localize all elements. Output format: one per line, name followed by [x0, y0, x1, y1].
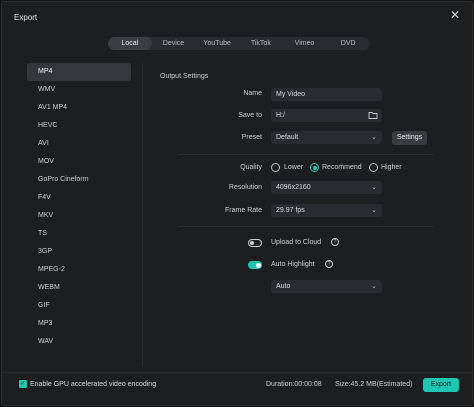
- highlight-mode-value: Auto: [276, 283, 291, 290]
- chevron-down-icon: ⌄: [371, 283, 377, 290]
- upload-cloud-label: Upload to Cloud: [271, 239, 322, 246]
- tab-device[interactable]: Device: [152, 37, 196, 50]
- tab-dvd[interactable]: DVD: [326, 37, 370, 50]
- format-item-ts[interactable]: TS: [27, 225, 131, 243]
- tab-local[interactable]: Local: [108, 37, 152, 50]
- format-item-wmv[interactable]: WMV: [27, 81, 131, 99]
- footer: [2, 372, 472, 405]
- output-settings-title: Output Settings: [160, 73, 209, 80]
- format-item-mp4[interactable]: MP4: [27, 63, 131, 81]
- help-icon[interactable]: ?: [331, 238, 339, 246]
- auto-highlight-label: Auto Highlight: [271, 261, 315, 268]
- gpu-label: Enable GPU accelerated video encoding: [30, 381, 157, 388]
- export-tabs: Local Device YouTube TikTok Vimeo DVD: [108, 37, 370, 50]
- quality-recommend-label: Recommend: [322, 164, 362, 171]
- folder-icon[interactable]: [368, 110, 378, 120]
- gpu-checkbox[interactable]: ✓: [19, 380, 27, 388]
- highlight-mode-select[interactable]: Auto ⌄: [271, 280, 382, 293]
- framerate-label: Frame Rate: [225, 207, 262, 214]
- export-dialog: Export ✕ Local Device YouTube TikTok Vim…: [1, 1, 473, 406]
- preset-value: Default: [276, 134, 299, 141]
- format-list: MP4 WMV AV1 MP4 HEVC AVI MOV GoPro Cinef…: [27, 63, 143, 366]
- format-item-mkv[interactable]: MKV: [27, 207, 131, 225]
- dialog-title: Export: [14, 13, 38, 22]
- format-item-gopro-cineform[interactable]: GoPro Cineform: [27, 171, 131, 189]
- format-item-mov[interactable]: MOV: [27, 153, 131, 171]
- chevron-down-icon: ⌄: [371, 134, 377, 141]
- name-label: Name: [243, 90, 262, 97]
- divider: [178, 154, 433, 155]
- resolution-value: 4096x2160: [276, 184, 311, 191]
- divider: [178, 226, 433, 227]
- quality-lower-radio[interactable]: [271, 163, 280, 172]
- resolution-label: Resolution: [228, 184, 262, 191]
- format-item-mpeg-2[interactable]: MPEG-2: [27, 261, 131, 279]
- format-item-f4v[interactable]: F4V: [27, 189, 131, 207]
- format-item-wav[interactable]: WAV: [27, 333, 131, 351]
- name-value: My Video: [276, 91, 306, 98]
- saveto-label: Save to: [238, 112, 262, 119]
- chevron-down-icon: ⌄: [371, 184, 377, 191]
- saveto-input[interactable]: H:/: [271, 109, 382, 122]
- format-item-3gp[interactable]: 3GP: [27, 243, 131, 261]
- settings-button[interactable]: Settings: [392, 131, 427, 145]
- framerate-select[interactable]: 29.97 fps ⌄: [271, 204, 382, 217]
- resolution-select[interactable]: 4096x2160 ⌄: [271, 181, 382, 194]
- format-item-webm[interactable]: WEBM: [27, 279, 131, 297]
- framerate-value: 29.97 fps: [276, 207, 305, 214]
- quality-lower-label: Lower: [284, 164, 304, 171]
- preset-label: Preset: [241, 134, 262, 141]
- quality-higher-label: Higher: [381, 164, 402, 171]
- preset-select[interactable]: Default ⌄: [271, 131, 382, 144]
- tab-vimeo[interactable]: Vimeo: [283, 37, 327, 50]
- duration-text: Duration:00:00:08: [266, 381, 322, 388]
- tab-youtube[interactable]: YouTube: [195, 37, 239, 50]
- quality-higher-radio[interactable]: [369, 163, 378, 172]
- help-icon[interactable]: ?: [325, 260, 333, 268]
- format-item-hevc[interactable]: HEVC: [27, 117, 131, 135]
- chevron-down-icon: ⌄: [371, 207, 377, 214]
- size-text: Size:45.2 MB(Estimated): [335, 381, 413, 388]
- name-input[interactable]: My Video: [271, 88, 382, 101]
- format-item-gif[interactable]: GIF: [27, 297, 131, 315]
- quality-recommend-radio[interactable]: [310, 163, 319, 172]
- auto-highlight-toggle[interactable]: [248, 261, 262, 269]
- format-item-mp3[interactable]: MP3: [27, 315, 131, 333]
- saveto-value: H:/: [276, 112, 285, 119]
- tab-tiktok[interactable]: TikTok: [239, 37, 283, 50]
- format-item-avi[interactable]: AVI: [27, 135, 131, 153]
- format-item-av1-mp4[interactable]: AV1 MP4: [27, 99, 131, 117]
- upload-cloud-toggle[interactable]: [248, 239, 262, 247]
- export-button[interactable]: Export: [423, 378, 459, 392]
- close-icon[interactable]: ✕: [448, 8, 462, 22]
- quality-label: Quality: [240, 164, 262, 171]
